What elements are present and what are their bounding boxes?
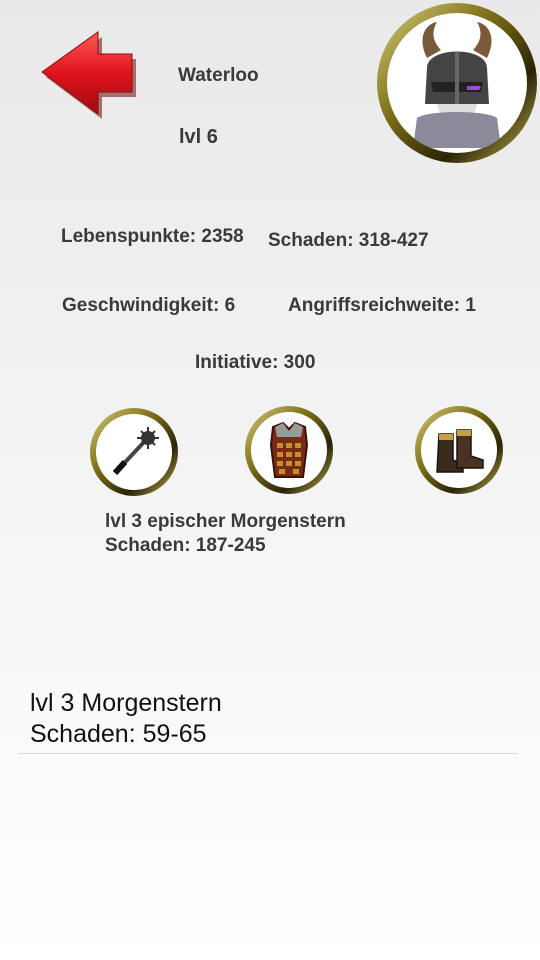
boots-icon: [436, 429, 484, 473]
horned-helmet-warrior-icon: [413, 22, 501, 148]
selected-item-damage: Schaden: 187-245: [105, 535, 266, 556]
selected-item-title: lvl 3 epischer Morgenstern: [105, 511, 346, 532]
stat-range: Angriffsreichweite: 1: [288, 295, 476, 316]
list-item-damage: Schaden: 59-65: [30, 720, 207, 748]
hero-avatar[interactable]: [377, 3, 537, 163]
back-button[interactable]: [38, 30, 138, 122]
divider: [18, 753, 518, 754]
back-arrow-icon: [41, 31, 136, 119]
equipment-slot-weapon[interactable]: [90, 408, 178, 496]
morningstar-icon: [112, 427, 159, 476]
selected-item-info: lvl 3 epischer Morgenstern Schaden: 187-…: [105, 510, 346, 558]
list-item[interactable]: lvl 3 Morgenstern Schaden: 59-65: [30, 688, 222, 750]
stat-health: Lebenspunkte: 2358: [61, 226, 244, 247]
list-item-title: lvl 3 Morgenstern: [30, 689, 222, 717]
stat-damage: Schaden: 318-427: [268, 230, 429, 251]
stat-initiative: Initiative: 300: [195, 352, 316, 373]
chainmail-armor-icon: [269, 421, 309, 478]
hero-level: lvl 6: [179, 126, 218, 148]
equipment-slot-armor[interactable]: [245, 406, 333, 494]
stat-speed: Geschwindigkeit: 6: [62, 295, 236, 316]
equipment-slot-boots[interactable]: [415, 406, 503, 494]
hero-name: Waterloo: [178, 65, 259, 86]
